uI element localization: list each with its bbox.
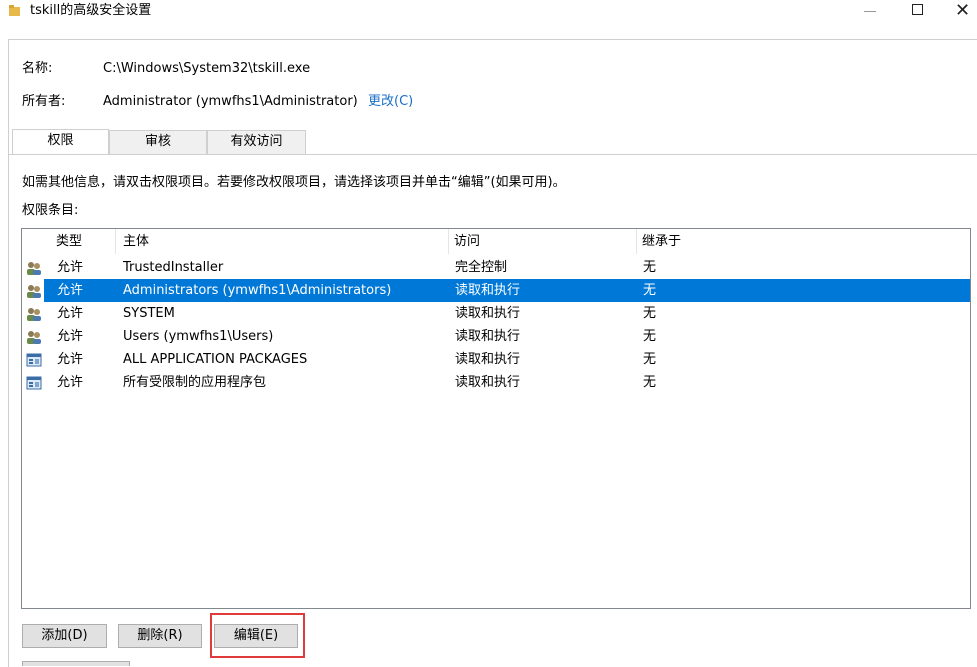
row-principal: Users (ymwfhs1\Users) (123, 329, 274, 344)
table-row[interactable]: 允许 ALL APPLICATION PACKAGES 读取和执行 无 (22, 348, 970, 371)
row-type: 允许 (57, 283, 84, 298)
folder-icon (9, 5, 20, 16)
users-group-icon (27, 331, 41, 344)
row-principal: TrustedInstaller (123, 260, 224, 275)
permission-entries-list[interactable]: 类型 主体 访问 继承于 允许 TrustedInstaller 完全控制 无 … (21, 228, 971, 609)
row-access: 读取和执行 (455, 329, 521, 344)
column-header-principal[interactable]: 主体 (123, 229, 149, 254)
row-access: 读取和执行 (455, 306, 521, 321)
row-type: 允许 (57, 375, 84, 390)
close-button[interactable]: ✕ (946, 0, 977, 22)
name-value: C:\Windows\System32\tskill.exe (103, 61, 311, 76)
row-access: 读取和执行 (455, 352, 521, 367)
table-row[interactable]: 允许 TrustedInstaller 完全控制 无 (22, 256, 970, 279)
row-access: 读取和执行 (455, 375, 521, 390)
tab-effective-access[interactable]: 有效访问 (207, 130, 306, 154)
row-type: 允许 (57, 260, 84, 275)
maximize-button[interactable] (898, 0, 938, 22)
minimize-icon (864, 11, 876, 12)
users-group-icon (27, 285, 41, 298)
window-title: tskill的高级安全设置 (30, 3, 152, 18)
column-header-access[interactable]: 访问 (454, 229, 480, 254)
remove-button[interactable]: 删除(R) (118, 624, 202, 648)
row-principal: Administrators (ymwfhs1\Administrators) (123, 283, 392, 298)
row-inherited: 无 (643, 260, 657, 275)
row-inherited: 无 (643, 329, 657, 344)
tab-divider (8, 154, 977, 155)
app-package-icon (26, 376, 42, 390)
row-type: 允许 (57, 306, 84, 321)
column-separator (115, 229, 116, 254)
row-type: 允许 (57, 352, 84, 367)
add-button[interactable]: 添加(D) (22, 624, 107, 648)
row-inherited: 无 (643, 375, 657, 390)
owner-label: 所有者: (22, 94, 66, 109)
row-principal: 所有受限制的应用程序包 (123, 375, 267, 390)
row-inherited: 无 (643, 352, 657, 367)
title-bar: tskill的高级安全设置 ✕ (0, 0, 977, 26)
users-group-icon (27, 308, 41, 321)
row-principal: SYSTEM (123, 306, 175, 321)
row-principal: ALL APPLICATION PACKAGES (123, 352, 308, 367)
maximize-icon (912, 4, 923, 15)
row-inherited: 无 (643, 306, 657, 321)
owner-value: Administrator (ymwfhs1\Administrator) (103, 94, 358, 109)
tab-permissions[interactable]: 权限 (12, 129, 109, 155)
table-row[interactable]: 允许 所有受限制的应用程序包 读取和执行 无 (22, 371, 970, 394)
column-header-inherited[interactable]: 继承于 (642, 229, 681, 254)
name-label: 名称: (22, 61, 53, 76)
entries-label: 权限条目: (22, 203, 79, 218)
row-inherited: 无 (643, 283, 657, 298)
table-row[interactable]: 允许 Users (ymwfhs1\Users) 读取和执行 无 (22, 325, 970, 348)
column-separator (636, 229, 637, 254)
table-row[interactable]: 允许 SYSTEM 读取和执行 无 (22, 302, 970, 325)
instructions-text: 如需其他信息，请双击权限项目。若要修改权限项目，请选择该项目并单击“编辑”(如果… (22, 175, 566, 190)
row-access: 读取和执行 (455, 283, 521, 298)
highlight-box (210, 613, 305, 658)
row-access: 完全控制 (455, 260, 508, 275)
column-separator (448, 229, 449, 254)
table-row-selected[interactable]: 允许 Administrators (ymwfhs1\Administrator… (44, 279, 970, 302)
close-icon: ✕ (955, 0, 971, 21)
minimize-button[interactable] (850, 0, 890, 22)
partial-button[interactable] (22, 661, 130, 666)
row-type: 允许 (57, 329, 84, 344)
tab-auditing[interactable]: 审核 (109, 130, 207, 154)
users-group-icon (27, 262, 41, 275)
change-owner-link[interactable]: 更改(C) (368, 93, 413, 111)
column-header-type[interactable]: 类型 (56, 229, 82, 254)
app-package-icon (26, 353, 42, 367)
